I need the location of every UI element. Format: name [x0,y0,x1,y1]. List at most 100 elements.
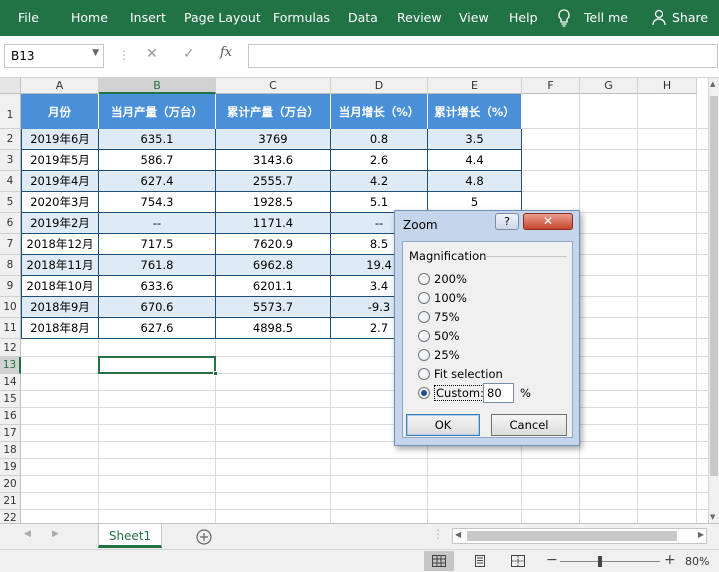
row-header-21[interactable]: 21 [0,493,21,510]
sheet-tab-sheet1[interactable]: Sheet1 [98,524,162,548]
row-header-15[interactable]: 15 [0,391,21,408]
row-header-16[interactable]: 16 [0,408,21,425]
table-cell[interactable]: 2555.7 [216,171,331,192]
horizontal-scroll-thumb[interactable] [467,531,677,541]
scroll-up-icon[interactable]: ▲ [710,80,715,88]
row-header-6[interactable]: 6 [0,213,21,234]
table-cell[interactable]: 3769 [216,129,331,150]
zoom-level[interactable]: 80% [685,555,709,568]
radio-custom[interactable]: Custom: [418,385,486,401]
add-sheet-icon[interactable] [196,529,212,545]
row-header-3[interactable]: 3 [0,150,21,171]
tab-home[interactable]: Home [71,10,108,25]
table-cell[interactable]: 2019年5月 [21,150,99,171]
table-cell[interactable]: 2018年10月 [21,276,99,297]
radio-25-circle[interactable] [418,349,430,361]
table-cell[interactable]: 754.3 [99,192,216,213]
table-cell[interactable]: 3143.6 [216,150,331,171]
vertical-scrollbar[interactable]: ▲ ▼ [708,78,719,523]
table-cell[interactable]: 4.8 [428,171,522,192]
table-cell[interactable]: 1928.5 [216,192,331,213]
table-cell[interactable]: 2019年4月 [21,171,99,192]
radio-100-circle[interactable] [418,292,430,304]
table-cell[interactable]: 6201.1 [216,276,331,297]
tab-page-layout[interactable]: Page Layout [184,10,261,25]
radio-50[interactable]: 50% [418,329,460,343]
table-header-cell[interactable]: 当月增长（%） [331,94,428,129]
row-header-17[interactable]: 17 [0,425,21,442]
table-cell[interactable]: 2018年12月 [21,234,99,255]
zoom-out-icon[interactable]: − [546,552,558,568]
radio-custom-circle[interactable] [418,387,430,399]
radio-50-circle[interactable] [418,330,430,342]
tab-review[interactable]: Review [397,10,442,25]
table-cell[interactable]: 586.7 [99,150,216,171]
tab-formulas[interactable]: Formulas [273,10,330,25]
table-cell[interactable]: 3.5 [428,129,522,150]
zoom-slider-thumb[interactable] [598,556,602,567]
row-header-5[interactable]: 5 [0,192,21,213]
custom-zoom-input[interactable]: 80 [483,383,514,403]
radio-75[interactable]: 75% [418,310,460,324]
table-cell[interactable]: 633.6 [99,276,216,297]
row-header-1[interactable]: 1 [0,94,21,129]
table-cell[interactable]: 1171.4 [216,213,331,234]
select-all-corner[interactable] [0,78,21,94]
table-cell[interactable]: 2018年8月 [21,318,99,339]
column-header-g[interactable]: G [580,78,638,94]
table-cell[interactable]: 6962.8 [216,255,331,276]
tab-view[interactable]: View [459,10,489,25]
row-header-7[interactable]: 7 [0,234,21,255]
table-cell[interactable]: 2020年3月 [21,192,99,213]
row-header-8[interactable]: 8 [0,255,21,276]
radio-fit-selection[interactable]: Fit selection [418,367,503,381]
tab-data[interactable]: Data [348,10,378,25]
table-cell[interactable]: 5573.7 [216,297,331,318]
formula-input[interactable] [248,44,718,68]
active-cell-outline[interactable] [98,356,216,374]
row-header-20[interactable]: 20 [0,476,21,493]
insert-function-icon[interactable]: fx [220,45,232,60]
cancel-icon[interactable]: ✕ [146,46,158,62]
table-header-cell[interactable]: 当月产量（万台） [99,94,216,129]
column-header-a[interactable]: A [21,78,99,94]
table-cell[interactable]: 4898.5 [216,318,331,339]
row-header-4[interactable]: 4 [0,171,21,192]
radio-200[interactable]: 200% [418,272,467,286]
radio-200-circle[interactable] [418,273,430,285]
table-cell[interactable]: 2019年6月 [21,129,99,150]
table-cell[interactable]: 0.8 [331,129,428,150]
row-header-14[interactable]: 14 [0,374,21,391]
row-header-11[interactable]: 11 [0,318,21,339]
row-header-10[interactable]: 10 [0,297,21,318]
close-button[interactable]: ✕ [523,213,573,230]
radio-fit-selection-circle[interactable] [418,368,430,380]
share-button[interactable]: Share [672,10,708,25]
column-header-e[interactable]: E [428,78,522,94]
table-cell[interactable]: 761.8 [99,255,216,276]
enter-check-icon[interactable]: ✓ [183,46,195,62]
table-cell[interactable]: 2018年9月 [21,297,99,318]
user-share-icon[interactable] [652,9,668,27]
drag-handle-icon[interactable]: ⋮ [118,48,130,62]
row-header-19[interactable]: 19 [0,459,21,476]
scroll-left-icon[interactable]: ◀ [455,530,461,539]
table-cell[interactable]: 2018年11月 [21,255,99,276]
page-break-view-icon[interactable] [511,555,525,567]
row-header-12[interactable]: 12 [0,339,21,357]
fill-handle[interactable] [213,371,218,376]
next-sheet-icon[interactable]: ▶ [52,529,59,539]
table-cell[interactable]: 2.6 [331,150,428,171]
table-header-cell[interactable]: 累计增长（%） [428,94,522,129]
radio-75-circle[interactable] [418,311,430,323]
table-cell[interactable]: -- [99,213,216,234]
column-header-h[interactable]: H [638,78,697,94]
name-box[interactable]: B13 ▼ [4,44,104,68]
tab-file[interactable]: File [18,10,39,25]
tab-insert[interactable]: Insert [130,10,166,25]
column-header-c[interactable]: C [216,78,331,94]
table-header-cell[interactable]: 月份 [21,94,99,129]
table-cell[interactable]: 635.1 [99,129,216,150]
scroll-right-icon[interactable]: ▶ [698,530,704,539]
table-cell[interactable]: 7620.9 [216,234,331,255]
